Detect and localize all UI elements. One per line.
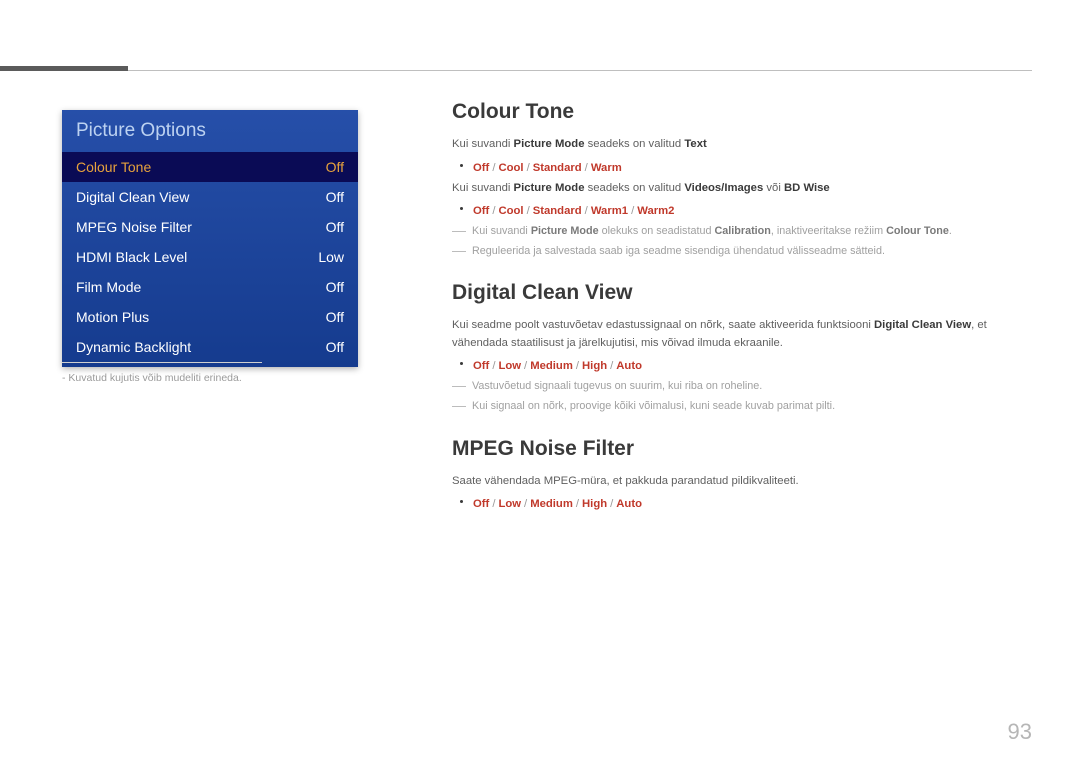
- option-standard: Standard: [533, 205, 582, 217]
- option-list: Off/Low/Medium/High/Auto: [473, 356, 642, 374]
- bold-picture-mode: Picture Mode: [514, 138, 585, 150]
- footnote: - Kuvatud kujutis võib mudeliti erineda.: [62, 372, 242, 384]
- menu-item-value: Off: [326, 339, 344, 355]
- text: Kui seadme poolt vastuvõetav edastussign…: [452, 319, 874, 331]
- option-medium: Medium: [530, 498, 573, 510]
- picture-options-menu: Picture Options Colour Tone Off Digital …: [62, 110, 358, 367]
- bold-calibration: Calibration: [714, 225, 770, 237]
- footnote-dash: -: [62, 372, 66, 384]
- option-low: Low: [498, 498, 521, 510]
- menu-item-value: Off: [326, 279, 344, 295]
- content-column: Colour Tone Kui suvandi Picture Mode sea…: [452, 100, 1032, 516]
- bullet-icon: [460, 164, 463, 167]
- menu-item-label: Film Mode: [76, 279, 141, 295]
- option-standard: Standard: [533, 162, 582, 174]
- ct-opts2: Off/Cool/Standard/Warm1/Warm2: [460, 201, 1032, 219]
- bold-bd-wise: BD Wise: [784, 182, 830, 194]
- ct-note1: ― Kui suvandi Picture Mode olekuks on se…: [452, 223, 1032, 240]
- bold-digital-clean-view: Digital Clean View: [874, 319, 971, 331]
- ct-opts1: Off/Cool/Standard/Warm: [460, 158, 1032, 176]
- dash-icon: ―: [452, 223, 466, 238]
- option-auto: Auto: [616, 498, 642, 510]
- note-text: Vastuvõetud signaali tugevus on suurim, …: [472, 378, 762, 395]
- dcv-note2: ― Kui signaal on nõrk, proovige kõiki võ…: [452, 398, 1032, 415]
- bullet-icon: [460, 362, 463, 365]
- menu-item-mpeg-noise-filter[interactable]: MPEG Noise Filter Off: [62, 212, 358, 242]
- menu-item-colour-tone[interactable]: Colour Tone Off: [62, 152, 358, 182]
- option-cool: Cool: [498, 162, 523, 174]
- option-off: Off: [473, 360, 489, 372]
- menu-item-label: Digital Clean View: [76, 189, 189, 205]
- option-off: Off: [473, 498, 489, 510]
- bold-picture-mode: Picture Mode: [514, 182, 585, 194]
- mpeg-opts: Off/Low/Medium/High/Auto: [460, 494, 1032, 512]
- text: .: [949, 225, 952, 237]
- text: , inaktiveeritakse režiim: [771, 225, 886, 237]
- option-cool: Cool: [498, 205, 523, 217]
- option-list: Off/Cool/Standard/Warm: [473, 158, 622, 176]
- dcv-note1: ― Vastuvõetud signaali tugevus on suurim…: [452, 378, 1032, 395]
- menu-item-hdmi-black-level[interactable]: HDMI Black Level Low: [62, 242, 358, 272]
- bold-text: Text: [684, 138, 706, 150]
- menu-item-motion-plus[interactable]: Motion Plus Off: [62, 302, 358, 332]
- note-text: Kui signaal on nõrk, proovige kõiki võim…: [472, 398, 835, 415]
- note-text: Kui suvandi Picture Mode olekuks on sead…: [472, 223, 952, 240]
- ct-note2: ― Reguleerida ja salvestada saab iga sea…: [452, 243, 1032, 260]
- ct-line1: Kui suvandi Picture Mode seadeks on vali…: [452, 136, 1032, 154]
- bold-picture-mode: Picture Mode: [531, 225, 599, 237]
- text: või: [763, 182, 784, 194]
- bold-colour-tone: Colour Tone: [886, 225, 949, 237]
- mpeg-para: Saate vähendada MPEG-müra, et pakkuda pa…: [452, 473, 1032, 491]
- menu-title: Picture Options: [62, 110, 358, 152]
- heading-digital-clean-view: Digital Clean View: [452, 281, 1032, 305]
- text: Kui suvandi: [452, 138, 514, 150]
- text: seadeks on valitud: [584, 138, 684, 150]
- bullet-icon: [460, 207, 463, 210]
- option-warm2: Warm2: [637, 205, 674, 217]
- text: seadeks on valitud: [584, 182, 684, 194]
- option-auto: Auto: [616, 360, 642, 372]
- menu-item-value: Off: [326, 309, 344, 325]
- option-off: Off: [473, 162, 489, 174]
- dcv-opts: Off/Low/Medium/High/Auto: [460, 356, 1032, 374]
- menu-item-value: Off: [326, 189, 344, 205]
- option-off: Off: [473, 205, 489, 217]
- note-text: Reguleerida ja salvestada saab iga seadm…: [472, 243, 885, 260]
- header-accent-bar: [0, 66, 128, 71]
- menu-item-label: HDMI Black Level: [76, 249, 187, 265]
- bold-videos-images: Videos/Images: [684, 182, 763, 194]
- menu-item-digital-clean-view[interactable]: Digital Clean View Off: [62, 182, 358, 212]
- heading-colour-tone: Colour Tone: [452, 100, 1032, 124]
- dash-icon: ―: [452, 378, 466, 393]
- footnote-rule: [62, 362, 262, 363]
- option-warm1: Warm1: [591, 205, 628, 217]
- heading-mpeg-noise-filter: MPEG Noise Filter: [452, 437, 1032, 461]
- option-low: Low: [498, 360, 521, 372]
- text: olekuks on seadistatud: [599, 225, 715, 237]
- menu-item-label: Motion Plus: [76, 309, 149, 325]
- menu-item-value: Off: [326, 219, 344, 235]
- option-warm: Warm: [591, 162, 622, 174]
- page-number: 93: [1008, 719, 1032, 745]
- text: Kui suvandi: [472, 225, 531, 237]
- menu-item-label: Colour Tone: [76, 159, 151, 175]
- header-rule: [128, 70, 1032, 71]
- menu-item-film-mode[interactable]: Film Mode Off: [62, 272, 358, 302]
- text: Kui suvandi: [452, 182, 514, 194]
- option-high: High: [582, 360, 607, 372]
- dcv-para: Kui seadme poolt vastuvõetav edastussign…: [452, 317, 1032, 352]
- dash-icon: ―: [452, 243, 466, 258]
- menu-item-label: MPEG Noise Filter: [76, 219, 192, 235]
- option-high: High: [582, 498, 607, 510]
- footnote-text: Kuvatud kujutis võib mudeliti erineda.: [68, 372, 241, 384]
- option-list: Off/Cool/Standard/Warm1/Warm2: [473, 201, 674, 219]
- option-medium: Medium: [530, 360, 573, 372]
- menu-item-value: Low: [318, 249, 344, 265]
- menu-item-label: Dynamic Backlight: [76, 339, 191, 355]
- ct-line2: Kui suvandi Picture Mode seadeks on vali…: [452, 180, 1032, 198]
- menu-item-value: Off: [326, 159, 344, 175]
- dash-icon: ―: [452, 398, 466, 413]
- bullet-icon: [460, 500, 463, 503]
- option-list: Off/Low/Medium/High/Auto: [473, 494, 642, 512]
